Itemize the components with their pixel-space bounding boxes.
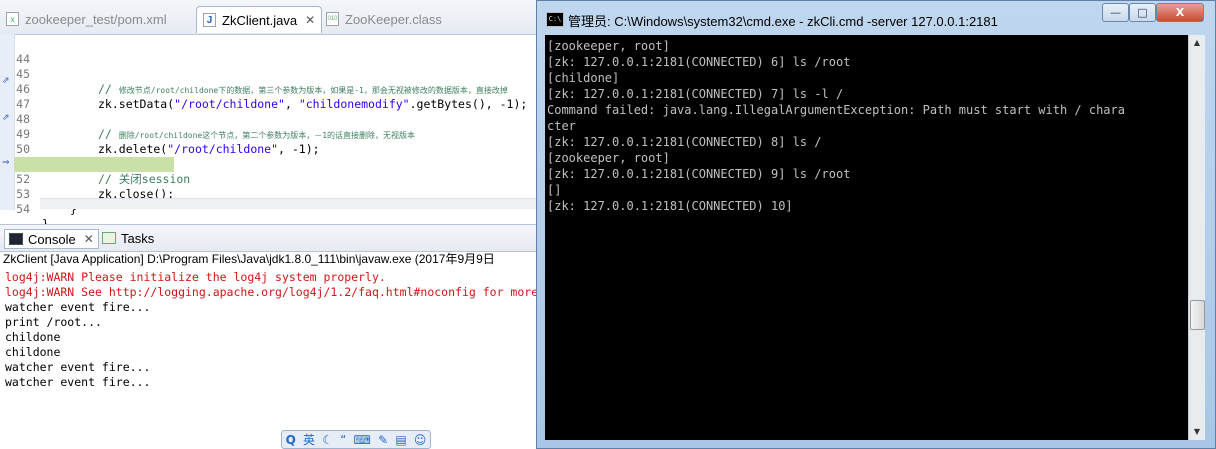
code-line: 49 zk.delete("/root/childone", -1);: [0, 112, 545, 156]
terminal-line: [zookeeper, root]: [547, 151, 670, 165]
console-line: log4j:WARN Please initialize the log4j s…: [5, 270, 386, 284]
cmd-window: C:\ 管理员: C:\Windows\system32\cmd.exe - z…: [536, 0, 1216, 449]
console-process-info: ZkClient [Java Application] D:\Program F…: [3, 252, 495, 266]
tab-label: Tasks: [121, 230, 155, 246]
scroll-down-icon[interactable]: ▼: [1189, 424, 1205, 440]
terminal-line: [zk: 127.0.0.1:2181(CONNECTED) 9] ls /ro…: [547, 167, 851, 181]
terminal-vertical-scrollbar[interactable]: ▲ ▼: [1188, 35, 1205, 440]
code-line: 50: [0, 127, 545, 156]
code-line: 48 // 删除/root/childone这个节点，第二个参数为版本，－1的话…: [0, 97, 545, 141]
search-icon[interactable]: Q: [286, 433, 296, 447]
window-title: 管理员: C:\Windows\system32\cmd.exe - zkCli…: [568, 14, 998, 29]
terminal-line: [zk: 127.0.0.1:2181(CONNECTED) 8] ls /: [547, 135, 822, 149]
tab-label: ZkClient.java: [222, 12, 298, 28]
console-line: watcher event fire...: [5, 300, 151, 314]
tab-pom-xml[interactable]: x zookeeper_test/pom.xml: [6, 6, 167, 32]
class-file-icon: 010: [326, 12, 339, 26]
scroll-up-icon[interactable]: ▲: [1189, 35, 1205, 51]
emoji-icon[interactable]: ☺: [414, 433, 427, 447]
code-line: 53 }: [0, 172, 545, 216]
terminal-line: Command failed: java.lang.IllegalArgumen…: [547, 103, 1125, 117]
console-line: childone: [5, 345, 61, 359]
console-output[interactable]: log4j:WARN Please initialize the log4j s…: [0, 268, 545, 428]
terminal-prompt-line: [zk: 127.0.0.1:2181(CONNECTED) 10]: [547, 199, 793, 213]
tasks-icon: [102, 232, 116, 244]
console-line: childone: [5, 330, 61, 344]
close-tab-icon[interactable]: ✕: [305, 13, 315, 27]
java-file-icon: J: [203, 13, 216, 27]
close-tab-icon[interactable]: ✕: [84, 232, 94, 246]
eclipse-ide: x zookeeper_test/pom.xml J ZkClient.java…: [0, 0, 545, 449]
console-line: watcher event fire...: [5, 360, 151, 374]
terminal-line: cter: [547, 119, 576, 133]
code-line: 45 // 修改节点/root/childone下的数据，第三个参数为版本，如果…: [0, 52, 545, 96]
cmd-icon[interactable]: C:\: [546, 12, 564, 27]
minimize-button[interactable]: —: [1102, 3, 1129, 22]
editor-horizontal-scrollbar[interactable]: [40, 198, 545, 209]
line-number: 54: [16, 202, 30, 216]
cmd-title-bar[interactable]: C:\ 管理员: C:\Windows\system32\cmd.exe - z…: [537, 1, 1215, 35]
terminal-line: [zookeeper, root]: [547, 39, 670, 53]
punctuation-icon[interactable]: “: [340, 433, 346, 447]
ime-toolbar[interactable]: Q 英 ☾ “ ⌨ ✎ ▤ ☺: [281, 430, 431, 449]
console-tab-bar: Console ✕ Tasks: [0, 224, 545, 252]
tab-console[interactable]: Console ✕: [4, 229, 99, 249]
code-line-current: 52 zk.close();: [0, 157, 545, 201]
keyboard-icon[interactable]: ⌨: [354, 433, 371, 447]
scrollbar-thumb[interactable]: [1190, 300, 1205, 330]
console-line: watcher event fire...: [5, 375, 151, 389]
terminal-line: [childone]: [547, 71, 620, 85]
code-line: 51 // 关闭session: [0, 142, 545, 186]
xml-file-icon: x: [6, 12, 19, 26]
maximize-button[interactable]: □: [1129, 3, 1156, 22]
code-line: 44: [0, 37, 545, 66]
tab-label: zookeeper_test/pom.xml: [25, 11, 167, 27]
console-icon: [9, 233, 23, 245]
moon-icon[interactable]: ☾: [322, 433, 333, 447]
close-button[interactable]: X: [1156, 3, 1204, 22]
tab-zkclient-java[interactable]: J ZkClient.java ✕: [196, 6, 323, 33]
terminal-line: [zk: 127.0.0.1:2181(CONNECTED) 6] ls /ro…: [547, 55, 851, 69]
code-line: 47: [0, 82, 545, 111]
code-line: 46 zk.setData("/root/childone", "childon…: [0, 67, 545, 111]
terminal-line: []: [547, 183, 562, 197]
code-editor[interactable]: ⇗ ⇗ ⇒ 44 45 // 修改节点/root/childone下的数据，第三…: [0, 34, 545, 231]
terminal-output[interactable]: [zookeeper, root] [zk: 127.0.0.1:2181(CO…: [545, 35, 1196, 440]
ime-mode-label[interactable]: 英: [303, 431, 315, 448]
tab-label: Console: [28, 231, 76, 247]
wrench-icon[interactable]: ✎: [378, 433, 388, 447]
console-line: print /root...: [5, 315, 102, 329]
tab-label: ZooKeeper.class: [345, 11, 442, 27]
tab-zookeeper-class[interactable]: 010 ZooKeeper.class: [326, 6, 442, 32]
console-line: log4j:WARN See http://logging.apache.org…: [5, 285, 539, 299]
tab-tasks[interactable]: Tasks: [102, 229, 154, 247]
terminal-line: [zk: 127.0.0.1:2181(CONNECTED) 7] ls -l …: [547, 87, 844, 101]
editor-tab-bar: x zookeeper_test/pom.xml J ZkClient.java…: [0, 0, 545, 35]
clipboard-icon[interactable]: ▤: [395, 433, 406, 447]
